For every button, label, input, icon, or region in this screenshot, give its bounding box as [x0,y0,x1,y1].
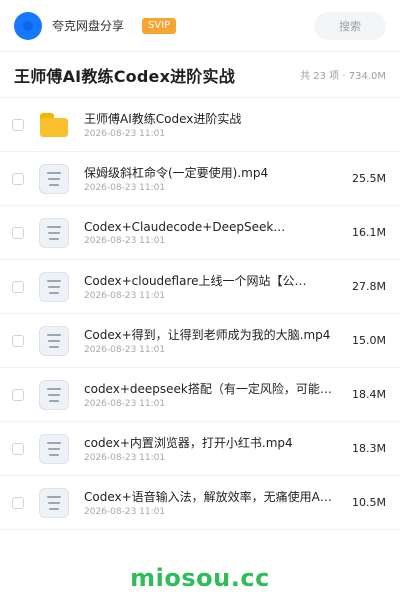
item-name: 保姆级斜杠命令(一定要使用).mp4 [84,166,269,180]
item-name: Codex+语音输入法，解放效率，无痛使用AI.m… [84,490,334,504]
list-item[interactable]: Codex+得到，让得到老师成为我的大脑.mp4 2026-08-23 11:0… [0,314,400,368]
item-text: 王师傅AI教练Codex进阶实战 2026-08-23 11:01 [84,110,334,139]
search-button[interactable]: 搜索 [314,11,386,40]
list-item[interactable]: Codex+cloudeflare上线一个网站【公… 2026-08-23 11… [0,260,400,314]
folder-icon [38,109,70,141]
item-text: Codex+cloudeflare上线一个网站【公… 2026-08-23 11… [84,272,334,301]
list-item[interactable]: Codex+Claudecode+DeepSeek… 2026-08-23 11… [0,206,400,260]
file-icon [38,217,70,249]
brand: 夸克网盘分享 SVIP [14,11,177,40]
item-date: 2026-08-23 11:01 [84,399,166,409]
list-item[interactable]: codex+deepseek搭配（有一定风险，可能… 2026-08-23 11… [0,368,400,422]
file-icon [38,379,70,411]
item-size: 15.0M [352,334,386,347]
top-bar: 夸克网盘分享 SVIP 搜索 [0,0,400,52]
watermark: miosou.cc [130,564,270,592]
checkbox-icon[interactable] [12,496,24,509]
item-name: Codex+Claudecode+DeepSeek… [84,219,286,234]
item-date: 2026-08-23 11:01 [84,507,166,517]
file-icon [38,325,70,357]
file-icon [38,487,70,519]
avatar-icon [23,20,33,31]
item-size: 27.8M [352,280,386,293]
item-size: 10.5M [352,496,386,509]
svip-badge: SVIP [142,17,177,34]
file-icon [38,271,70,303]
page: 夸克网盘分享 SVIP 搜索 王师傅AI教练Codex进阶实战 共 23 项 ·… [0,0,400,600]
item-date: 2026-08-23 11:01 [84,453,166,463]
item-text: Codex+语音输入法，解放效率，无痛使用AI.m… 2026-08-23 11… [84,488,334,517]
item-size: 25.5M [352,172,386,185]
item-date: 2026-08-23 11:01 [84,345,166,355]
item-text: 保姆级斜杠命令(一定要使用).mp4 2026-08-23 11:01 [84,164,334,193]
file-icon [38,433,70,465]
item-size: 18.4M [352,388,386,401]
item-name: Codex+得到，让得到老师成为我的大脑.mp4 [84,328,331,342]
item-name: 王师傅AI教练Codex进阶实战 [84,112,242,126]
checkbox-icon[interactable] [12,172,24,185]
list-item[interactable]: 王师傅AI教练Codex进阶实战 2026-08-23 11:01 [0,98,400,152]
share-title-row: 王师傅AI教练Codex进阶实战 共 23 项 · 734.0M [0,52,400,98]
item-text: codex+内置浏览器，打开小红书.mp4 2026-08-23 11:01 [84,434,334,463]
checkbox-icon[interactable] [12,118,24,131]
brand-name: 夸克网盘分享 [52,19,125,33]
page-title: 王师傅AI教练Codex进阶实战 [14,66,235,86]
item-date: 2026-08-23 11:01 [84,183,166,193]
checkbox-icon[interactable] [12,280,24,293]
checkbox-icon[interactable] [12,334,24,347]
share-meta: 共 23 项 · 734.0M [300,71,386,82]
item-date: 2026-08-23 11:01 [84,235,166,246]
checkbox-icon[interactable] [12,442,24,455]
file-icon [38,163,70,195]
item-name: Codex+cloudeflare上线一个网站【公… [84,274,307,288]
checkbox-icon[interactable] [12,226,24,239]
item-text: Codex+得到，让得到老师成为我的大脑.mp4 2026-08-23 11:0… [84,326,334,355]
file-list: 王师傅AI教练Codex进阶实战 2026-08-23 11:01 保姆级斜杠命… [0,98,400,530]
item-size: 18.3M [352,442,386,455]
item-size: 16.1M [352,226,386,239]
avatar[interactable] [14,11,42,40]
item-date: 2026-08-23 11:01 [84,291,166,301]
list-item[interactable]: codex+内置浏览器，打开小红书.mp4 2026-08-23 11:01 1… [0,422,400,476]
item-name: codex+内置浏览器，打开小红书.mp4 [84,436,293,450]
item-name: codex+deepseek搭配（有一定风险，可能… [84,382,332,396]
item-text: codex+deepseek搭配（有一定风险，可能… 2026-08-23 11… [84,380,334,409]
checkbox-icon[interactable] [12,388,24,401]
item-date: 2026-08-23 11:01 [84,129,166,139]
list-item[interactable]: Codex+语音输入法，解放效率，无痛使用AI.m… 2026-08-23 11… [0,476,400,530]
list-item[interactable]: 保姆级斜杠命令(一定要使用).mp4 2026-08-23 11:01 25.5… [0,152,400,206]
item-text: Codex+Claudecode+DeepSeek… 2026-08-23 11… [84,220,334,246]
